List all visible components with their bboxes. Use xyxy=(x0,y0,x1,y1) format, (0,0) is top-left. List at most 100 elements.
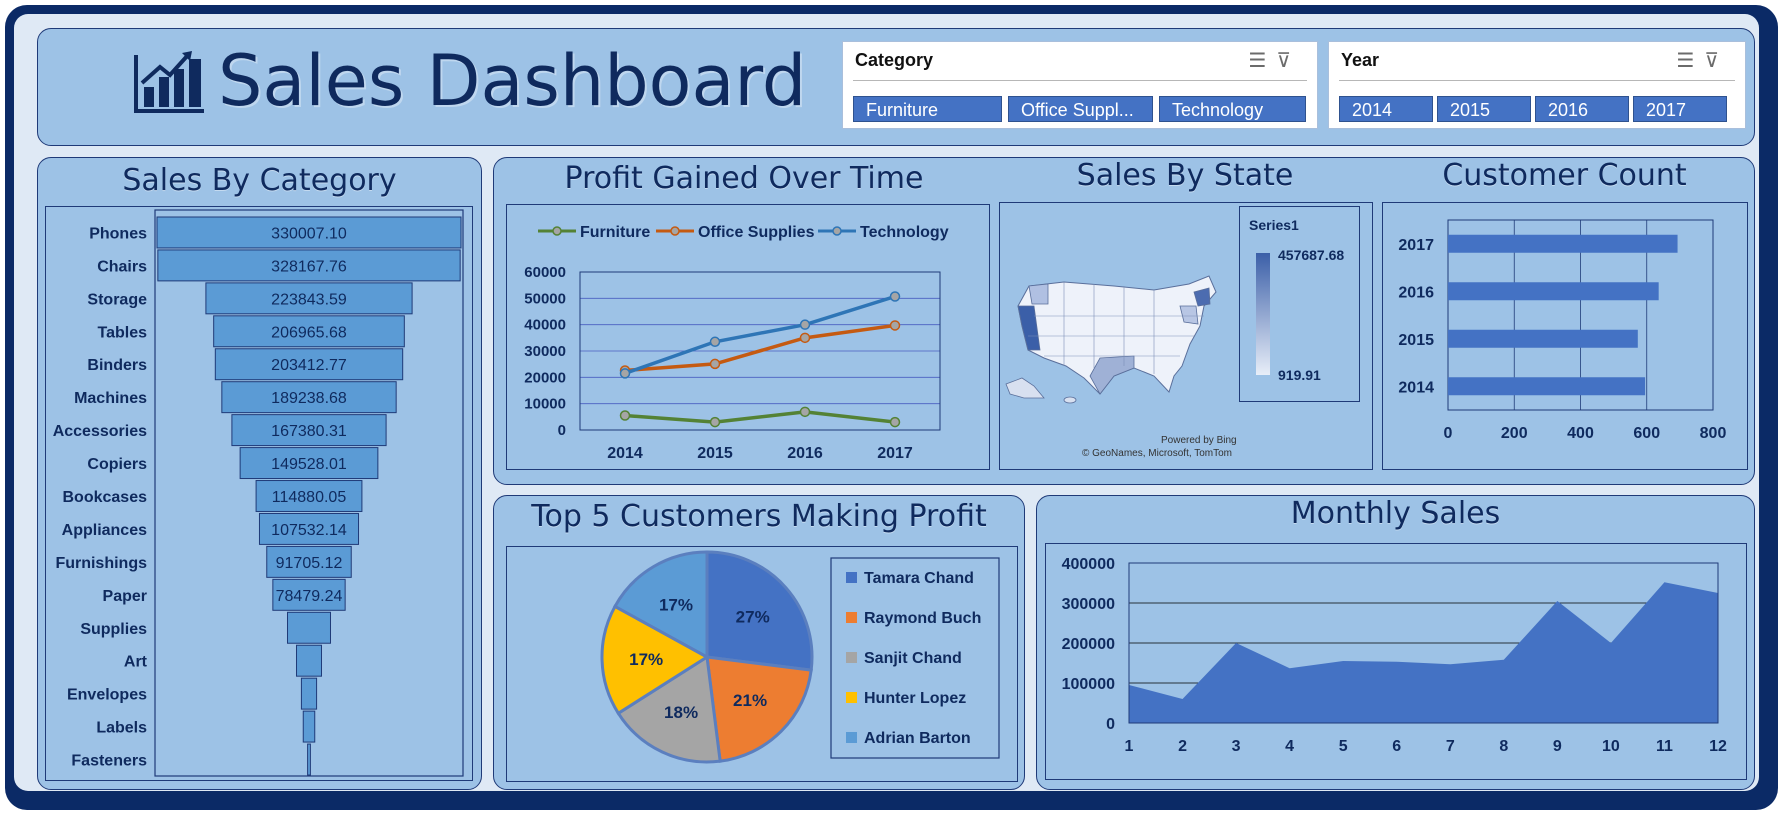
x-tick-label: 10 xyxy=(1602,738,1620,755)
x-tick-label: 7 xyxy=(1446,738,1455,755)
series-point xyxy=(889,416,901,428)
customer-count-chart: 0 200 400 600 800 2017 2016 2015 2014 xyxy=(1398,219,1726,442)
category-label: Chairs xyxy=(97,258,147,275)
data-label: 149528.01 xyxy=(271,456,347,473)
slicer-item-2014[interactable]: 2014 xyxy=(1339,96,1433,122)
y-tick-label: 0 xyxy=(558,422,566,439)
multi-select-icon[interactable]: ☰ xyxy=(1248,50,1276,72)
x-tick-label: 6 xyxy=(1392,738,1401,755)
y-tick-label: 50000 xyxy=(524,290,566,307)
category-label: Supplies xyxy=(80,621,147,638)
data-label: 328167.76 xyxy=(271,258,347,275)
y-tick-label: 2016 xyxy=(1398,284,1434,301)
category-label: Accessories xyxy=(53,423,147,440)
data-label: 114880.05 xyxy=(272,489,347,506)
series-line-technology xyxy=(624,294,896,376)
dashboard-title: Sales Dashboard xyxy=(218,40,807,122)
data-label: 107532.14 xyxy=(271,522,347,539)
x-tick-label: 600 xyxy=(1633,425,1660,442)
customer-bar xyxy=(1448,377,1646,396)
x-tick-label: 2 xyxy=(1178,738,1187,755)
x-tick-label: 400 xyxy=(1567,425,1594,442)
legend-label: Adrian Barton xyxy=(864,730,971,747)
slicer-item-2016[interactable]: 2016 xyxy=(1535,96,1629,122)
map-credit-bing: Powered by Bing xyxy=(1161,435,1237,446)
y-tick-label: 20000 xyxy=(524,369,566,386)
x-tick-label: 2016 xyxy=(787,445,823,462)
pie-data-label: 27% xyxy=(736,608,770,627)
slicer-item-furniture[interactable]: Furniture xyxy=(853,96,1002,122)
top5-customers-title: Top 5 Customers Making Profit xyxy=(531,499,987,534)
y-tick-label: 0 xyxy=(1106,716,1115,733)
funnel-bar xyxy=(302,710,316,743)
profit-over-time-title: Profit Gained Over Time xyxy=(564,161,924,196)
series-point xyxy=(619,410,631,421)
profit-over-time-chart: 0 10000 20000 30000 40000 50000 60000 2014 2015 2… xyxy=(524,224,948,462)
legend-label: Tamara Chand xyxy=(864,570,974,587)
series-point xyxy=(799,332,811,344)
legend-marker xyxy=(670,226,680,236)
us-map xyxy=(1005,275,1217,404)
series-point xyxy=(889,291,901,302)
category-label: Tables xyxy=(98,324,148,341)
slicer-item-2015[interactable]: 2015 xyxy=(1437,96,1531,122)
y-tick-label: 10000 xyxy=(524,396,566,413)
series-point xyxy=(799,319,811,330)
y-tick-label: 2017 xyxy=(1398,237,1434,254)
slicer-item-office-supplies[interactable]: Office Suppl... xyxy=(1008,96,1153,122)
funnel-bar xyxy=(287,611,331,644)
slicer-item-2017[interactable]: 2017 xyxy=(1633,96,1727,122)
data-label: 330007.10 xyxy=(271,225,347,242)
header-panel: Sales Dashboard Category ☰⊽ Furniture Of… xyxy=(37,28,1755,146)
slicer-item-technology[interactable]: Technology xyxy=(1159,96,1306,122)
map-legend-title: Series1 xyxy=(1249,217,1299,233)
customer-bar xyxy=(1448,282,1659,301)
year-slicer-title: Year xyxy=(1341,50,1380,70)
monthly-sales-chart: 01000002000003000004000001 2 3 4 5 6 7 8 9 10 11 12 xyxy=(1062,556,1727,755)
series-point xyxy=(709,358,721,370)
category-slicer: Category ☰⊽ Furniture Office Suppl... Te… xyxy=(842,41,1318,129)
clear-filter-icon[interactable]: ⊽ xyxy=(1276,50,1301,72)
y-tick-label: 400000 xyxy=(1062,556,1115,573)
data-label: 203412.77 xyxy=(271,357,347,374)
pie-data-label: 17% xyxy=(629,650,663,669)
data-label: 206965.68 xyxy=(271,324,347,341)
funnel-bar xyxy=(300,677,318,710)
legend-swatch xyxy=(846,572,857,583)
legend-marker xyxy=(552,226,562,236)
x-tick-label: 200 xyxy=(1501,425,1528,442)
clear-filter-icon[interactable]: ⊽ xyxy=(1704,50,1729,72)
y-tick-label: 200000 xyxy=(1062,636,1115,653)
x-tick-label: 2015 xyxy=(697,445,733,462)
chart-logo-icon xyxy=(134,51,204,113)
data-label: 167380.31 xyxy=(271,423,347,440)
sales-by-category-title: Sales By Category xyxy=(122,163,397,198)
multi-select-icon[interactable]: ☰ xyxy=(1676,50,1704,72)
x-tick-label: 0 xyxy=(1444,425,1453,442)
data-label: 91705.12 xyxy=(276,555,343,572)
upper-charts-panel: Profit Gained Over Time 0 10000 20000 30000… xyxy=(493,157,1755,485)
category-label: Furnishings xyxy=(55,555,147,572)
y-tick-label: 40000 xyxy=(524,317,566,334)
y-tick-label: 300000 xyxy=(1062,596,1115,613)
category-label: Binders xyxy=(87,357,147,374)
category-label: Fasteners xyxy=(71,753,147,770)
legend-label: Raymond Buch xyxy=(864,610,981,627)
category-label: Bookcases xyxy=(63,489,148,506)
legend-label: Sanjit Chand xyxy=(864,650,962,667)
monthly-sales-panel: Monthly Sales 0 100000 200000 300000 400000 1… xyxy=(1036,495,1755,790)
legend-swatch xyxy=(846,692,857,703)
customer-bar xyxy=(1448,329,1638,348)
legend-label: Hunter Lopez xyxy=(864,690,966,707)
category-label: Labels xyxy=(96,720,147,737)
data-label: 223843.59 xyxy=(271,291,347,308)
funnel-bar xyxy=(296,644,322,677)
customer-bar xyxy=(1448,234,1678,253)
pie-data-label: 21% xyxy=(733,691,767,710)
category-label: Envelopes xyxy=(67,687,147,704)
category-label: Copiers xyxy=(87,456,147,473)
monthly-sales-title: Monthly Sales xyxy=(1290,496,1501,531)
x-tick-label: 9 xyxy=(1553,738,1562,755)
x-tick-label: 1 xyxy=(1125,738,1134,755)
series-line-furniture xyxy=(624,410,896,424)
